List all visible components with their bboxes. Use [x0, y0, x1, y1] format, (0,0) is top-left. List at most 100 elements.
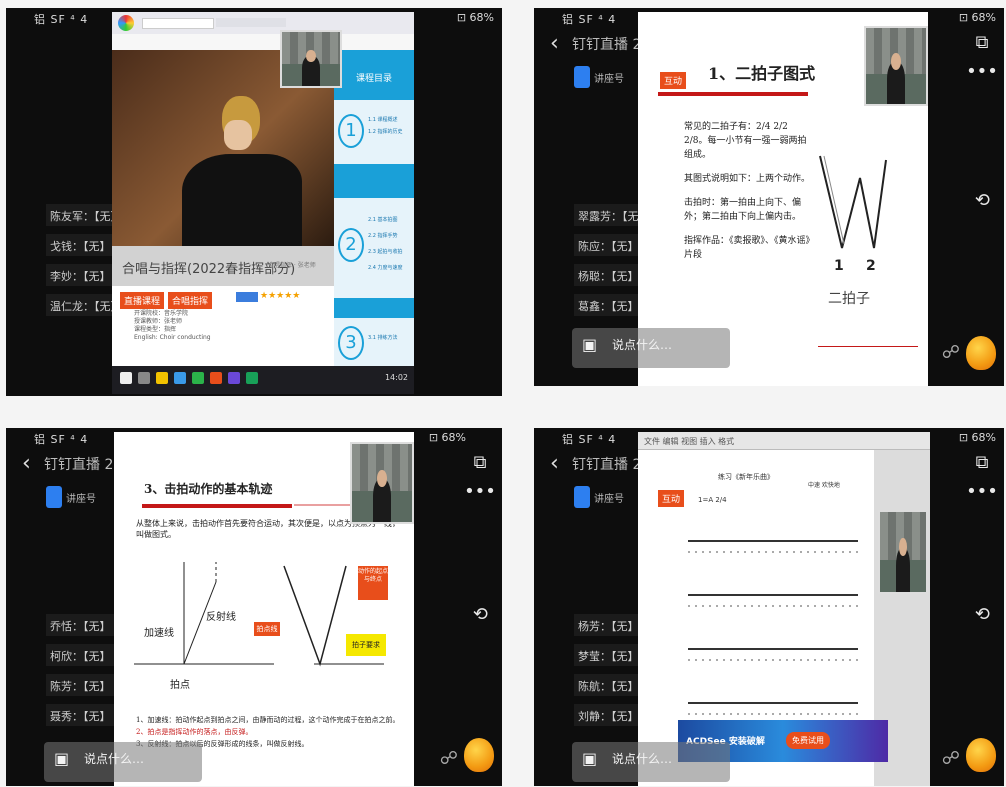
score-key: 1=A 2/4	[698, 496, 727, 504]
slide-paragraph: 常见的二拍子有：2/4 2/2 2/8。每一小节有一强一弱两拍组成。	[684, 122, 807, 160]
comment-input[interactable]: ▣ 说点什么…	[44, 742, 202, 782]
slide-badge: 互动	[660, 72, 687, 89]
tab-label[interactable]: 讲座号	[594, 490, 624, 505]
chapter-item[interactable]: 2.1 基本拍图	[368, 212, 403, 228]
live-tab-indicator[interactable]	[574, 66, 590, 88]
meta-row: 开课院校：音乐学院	[134, 310, 189, 317]
chapter-item[interactable]: 2.4 力度与速度	[368, 260, 403, 276]
more-icon[interactable]: •••	[964, 481, 1000, 502]
status-left: 铝 SF ⁴ 4	[34, 433, 89, 446]
meta-list: 开课院校：音乐学院 授课教师：张老师 课程类型：指挥 English: Choi…	[134, 310, 211, 342]
gift-balloon-icon[interactable]	[966, 738, 996, 772]
diagram-tag: 动作的起点与终点	[358, 566, 388, 600]
share-icon[interactable]: ☍	[942, 748, 960, 769]
chapter-number: 1	[338, 114, 364, 148]
two-beat-diagram	[819, 155, 887, 249]
taskbar-app-icon[interactable]	[246, 372, 258, 384]
back-icon[interactable]: ‹	[550, 451, 559, 476]
back-icon[interactable]: ‹	[550, 31, 559, 56]
diagram-tag: 拍子要求	[346, 634, 386, 656]
heading-underline	[658, 92, 808, 96]
more-icon[interactable]: •••	[462, 481, 498, 502]
status-left: 铝 SF ⁴ 4	[562, 13, 617, 26]
right-controls: ⧉ •••	[964, 452, 1000, 510]
rotate-lock-icon[interactable]: ⟲	[473, 604, 488, 625]
status-right: ⊡ 68%	[958, 11, 996, 24]
browser-tab[interactable]	[216, 18, 286, 27]
editor-menubar[interactable]: 文件 编辑 视图 插入 格式	[638, 432, 930, 450]
browser-tab[interactable]	[142, 18, 214, 29]
right-controls: ⧉ •••	[964, 32, 1000, 90]
live-tab-indicator[interactable]	[46, 486, 62, 508]
comment-input[interactable]: ▣ 说点什么…	[572, 328, 730, 368]
more-icon[interactable]: •••	[964, 61, 1000, 82]
rating-stars: ★★★★★	[260, 291, 301, 301]
share-icon[interactable]: ☍	[440, 748, 458, 769]
course-subtitle: 合唱指挥 · 张老师	[268, 262, 316, 269]
screen-share-icon[interactable]: ⧉	[462, 452, 498, 473]
taskbar-app-icon[interactable]	[210, 372, 222, 384]
taskbar-app-icon[interactable]	[156, 372, 168, 384]
label-beat-point: 拍点	[170, 680, 190, 691]
note-line: 2、拍点是指挥动作的落点，由反弹。	[136, 728, 253, 736]
rotate-lock-icon[interactable]: ⟲	[975, 604, 990, 625]
chapter-item[interactable]: 1.2 指挥的历史	[368, 126, 403, 138]
note-line: 1、加速线：拍动作起点到拍点之间，由静而动的过程，这个动作完成于在拍点之前。	[136, 716, 400, 724]
taskbar-clock: 14:02	[384, 373, 408, 382]
beat-number: 2	[866, 258, 876, 274]
comment-placeholder: 说点什么…	[612, 338, 673, 352]
teacher-webcam	[280, 30, 342, 88]
chapter[interactable]: 2 2.1 基本拍图 2.2 指挥手势 2.3 起拍与收拍 2.4 力度与速度	[334, 198, 414, 298]
ad-cta-button[interactable]: 免费试用	[786, 732, 830, 749]
tab-label[interactable]: 讲座号	[66, 490, 96, 505]
course-info: 直播课程 合唱指挥 ★★★★★ 开课院校：音乐学院 授课教师：张老师 课程类型：…	[112, 286, 334, 366]
slide-paragraph: 其图式说明如下：上两个动作。	[684, 174, 811, 184]
diagram-tag: 拍点线	[254, 622, 280, 636]
heading-underline	[142, 504, 292, 508]
slide-paragraph: 指挥作品：《卖报歌》、《黄水谣》片段	[684, 236, 811, 260]
chapter-item[interactable]: 3.1 排练方法	[368, 334, 398, 341]
meta-row: 课程类型：指挥	[134, 326, 177, 333]
chapter[interactable]: 3 3.1 排练方法	[334, 318, 414, 366]
taskbar-app-icon[interactable]	[138, 372, 150, 384]
taskbar-app-icon[interactable]	[228, 372, 240, 384]
browser-addressbar[interactable]	[112, 34, 414, 51]
screenshot-panel-4: 铝 SF ⁴ 4 ⊡ 68% ‹ 钉钉直播 2022-03-29 讲座号 杨芳：…	[534, 428, 1004, 786]
chapter-item[interactable]: 1.1 课程概述	[368, 114, 403, 126]
comment-placeholder: 说点什么…	[84, 752, 145, 766]
back-icon[interactable]: ‹	[22, 451, 31, 476]
catalog-title: 课程目录	[355, 74, 392, 84]
slide-heading: 3、击拍动作的基本轨迹	[144, 482, 273, 496]
comment-icon: ▣	[582, 749, 598, 768]
chapter[interactable]: 1 1.1 课程概述 1.2 指挥的历史	[334, 100, 414, 164]
taskbar-app-icon[interactable]	[174, 372, 186, 384]
right-controls: ⧉ •••	[462, 452, 498, 510]
share-icon[interactable]: ☍	[942, 342, 960, 363]
comment-input[interactable]: ▣ 说点什么…	[572, 742, 730, 782]
chapter-item[interactable]: 2.3 起拍与收拍	[368, 244, 403, 260]
gift-balloon-icon[interactable]	[464, 738, 494, 772]
taskbar-app-icon[interactable]	[192, 372, 204, 384]
slide: 3、击拍动作的基本轨迹 从整体上来说，击拍动作首先要符合运动，其次便是，以点为顶…	[114, 432, 414, 786]
screenshot-panel-3: 铝 SF ⁴ 4 ⊡ 68% ‹ 钉钉直播 2022-03-29 讲座号 乔恬：…	[6, 428, 502, 786]
teacher-webcam	[350, 442, 414, 524]
tag: 直播课程	[120, 292, 165, 309]
comment-placeholder: 说点什么…	[612, 752, 673, 766]
slide-paragraph: 击拍时：第一拍由上向下、偏外；第二拍由下向上偏内击。	[684, 198, 802, 222]
teacher-webcam	[864, 26, 928, 106]
meta-row: 授课教师：张老师	[134, 318, 183, 325]
start-icon[interactable]	[120, 372, 132, 384]
tab-label[interactable]: 讲座号	[594, 70, 624, 85]
slide-heading: 1、二拍子图式	[708, 64, 816, 83]
slide-body: 常见的二拍子有：2/4 2/2 2/8。每一小节有一强一弱两拍组成。 其图式说明…	[684, 120, 814, 262]
chapter-item[interactable]: 2.2 指挥手势	[368, 228, 403, 244]
screen-share-icon[interactable]: ⧉	[964, 32, 1000, 53]
gift-balloon-icon[interactable]	[966, 336, 996, 370]
live-tab-indicator[interactable]	[574, 486, 590, 508]
tag: 合唱指挥	[168, 292, 213, 309]
enroll-button[interactable]	[236, 292, 258, 302]
status-left: 铝 SF ⁴ 4	[562, 433, 617, 446]
browser-tabbar	[112, 12, 414, 34]
screen-share-icon[interactable]: ⧉	[964, 452, 1000, 473]
rotate-lock-icon[interactable]: ⟲	[975, 190, 990, 211]
